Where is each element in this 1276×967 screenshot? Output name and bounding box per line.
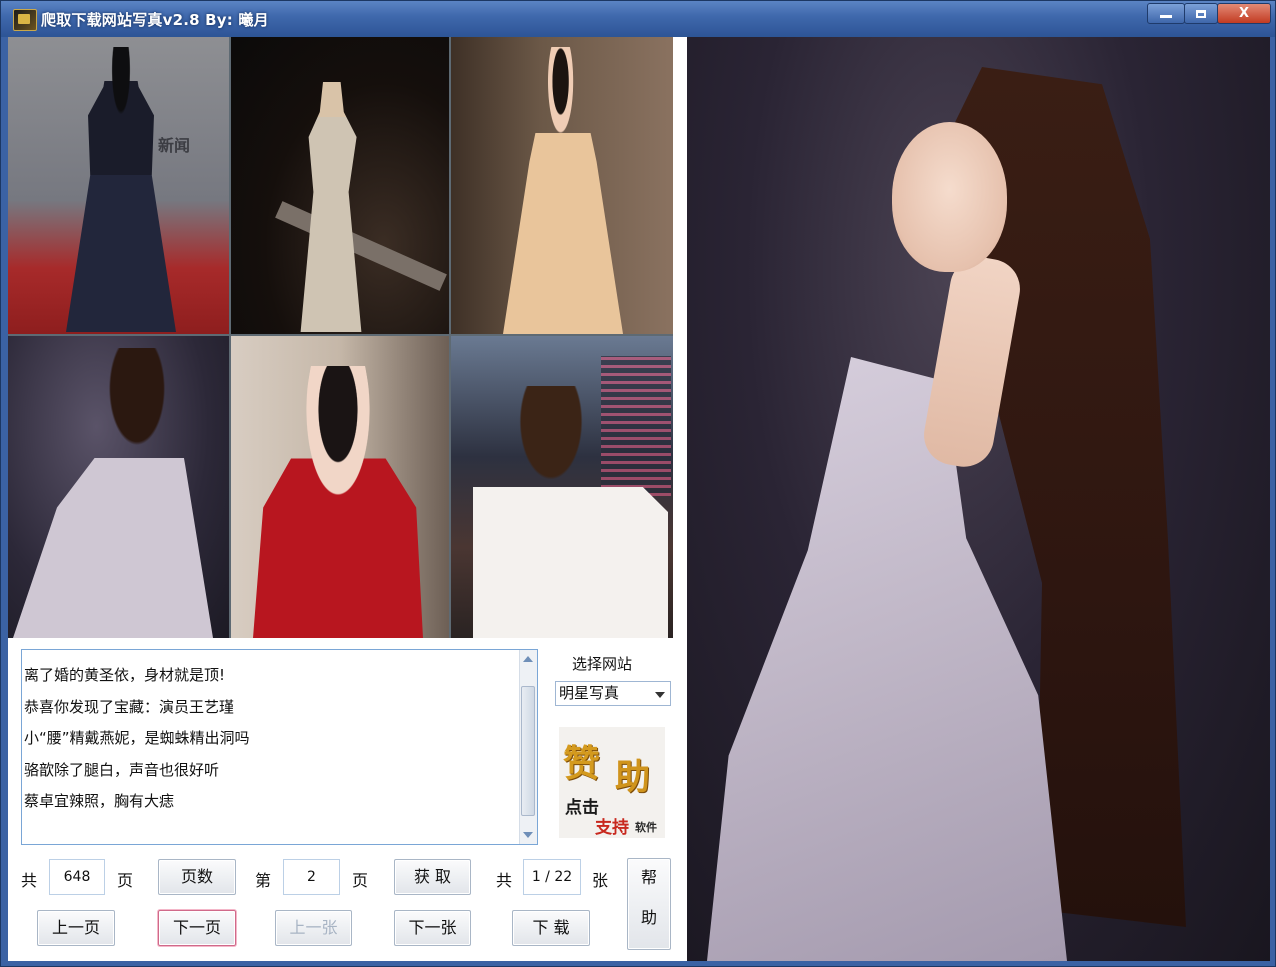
- thumbnail-3[interactable]: [451, 37, 673, 334]
- thumbnail-2[interactable]: [231, 37, 449, 334]
- thumbnail-figure: [253, 366, 423, 638]
- sponsor-button[interactable]: 赞 助 点击 支持 软件: [559, 727, 665, 838]
- current-page-prefix: 第: [255, 871, 272, 890]
- scroll-down-icon[interactable]: [523, 832, 533, 838]
- app-icon: [13, 9, 37, 31]
- vertical-scrollbar[interactable]: [519, 650, 537, 844]
- preview-face: [892, 122, 1007, 272]
- thumbnail-6[interactable]: [451, 336, 673, 638]
- site-select-label: 选择网站: [572, 655, 633, 673]
- next-page-button[interactable]: 下一页: [158, 910, 236, 946]
- current-page-unit: 页: [352, 871, 369, 890]
- sponsor-line-3: 软件: [635, 821, 657, 834]
- minimize-icon: [1160, 15, 1172, 18]
- thumbnail-figure: [13, 348, 213, 638]
- title-bar[interactable]: 爬取下载网站写真v2.8 By: 曦月 X: [1, 1, 1275, 35]
- scroll-up-icon[interactable]: [523, 656, 533, 662]
- thumbnail-5[interactable]: [231, 336, 449, 638]
- page-count-button[interactable]: 页数: [158, 859, 236, 895]
- site-select-value: 明星写真: [559, 684, 620, 702]
- prev-image-button[interactable]: 上一张: [275, 910, 352, 946]
- site-select[interactable]: 明星写真: [555, 681, 671, 706]
- thumbnail-1[interactable]: 新闻: [8, 37, 229, 334]
- close-button[interactable]: X: [1217, 3, 1271, 24]
- total-pages-prefix: 共: [21, 871, 38, 890]
- scrollbar-thumb[interactable]: [521, 686, 535, 816]
- next-image-button[interactable]: 下一张: [394, 910, 471, 946]
- maximize-icon: [1196, 9, 1206, 18]
- main-window: 爬取下载网站写真v2.8 By: 曦月 X 新闻 离了婚的黄圣依，身材就是顶! …: [0, 0, 1276, 967]
- total-pages-field[interactable]: 648: [49, 859, 105, 895]
- close-icon: X: [1238, 6, 1250, 21]
- minimize-button[interactable]: [1147, 3, 1185, 24]
- fetch-button[interactable]: 获 取: [394, 859, 471, 895]
- prev-page-button[interactable]: 上一页: [37, 910, 115, 946]
- chevron-down-icon[interactable]: [655, 692, 665, 698]
- total-pages-unit: 页: [117, 871, 134, 890]
- maximize-button[interactable]: [1184, 3, 1218, 24]
- thumbnail-figure: [503, 47, 623, 334]
- client-area: 新闻 离了婚的黄圣依，身材就是顶! 恭喜你发现了宝藏：演员王艺瑾 小“腰”精戴燕…: [8, 37, 1270, 961]
- image-count-prefix: 共: [496, 871, 513, 890]
- image-counter: 1 / 22: [523, 859, 581, 895]
- preview-image[interactable]: [687, 37, 1270, 961]
- list-item[interactable]: 骆歆除了腿白，声音也很好听: [24, 755, 537, 787]
- list-item[interactable]: 恭喜你发现了宝藏：演员王艺瑾: [24, 692, 537, 724]
- list-item[interactable]: 离了婚的黄圣依，身材就是顶!: [24, 660, 537, 692]
- thumbnail-figure: [300, 82, 362, 332]
- thumbnail-4[interactable]: [8, 336, 229, 638]
- thumbnail-railing: [275, 201, 447, 291]
- image-count-unit: 张: [592, 871, 609, 890]
- list-item[interactable]: 蔡卓宜辣照，胸有大痣: [24, 786, 537, 818]
- sponsor-char-2: 助: [615, 757, 651, 798]
- list-item[interactable]: 小“腰”精戴燕妮，是蜘蛛精出洞吗: [24, 723, 537, 755]
- sponsor-line-1: 点击: [565, 798, 599, 818]
- window-title: 爬取下载网站写真v2.8 By: 曦月: [41, 11, 269, 29]
- sponsor-char-1: 赞: [563, 741, 600, 785]
- help-button-label-2: 助: [640, 908, 657, 927]
- sponsor-line-2: 支持: [595, 818, 629, 838]
- download-button[interactable]: 下 载: [512, 910, 590, 946]
- help-button-label-1: 帮: [640, 868, 657, 887]
- article-list[interactable]: 离了婚的黄圣依，身材就是顶! 恭喜你发现了宝藏：演员王艺瑾 小“腰”精戴燕妮，是…: [21, 649, 538, 845]
- current-page-field[interactable]: 2: [283, 859, 340, 895]
- thumbnail-grid: 新闻: [8, 37, 673, 638]
- help-button[interactable]: 帮 助: [627, 858, 671, 950]
- thumbnail-figure: [66, 47, 176, 332]
- thumbnail-backdrop-text: 新闻: [158, 136, 191, 155]
